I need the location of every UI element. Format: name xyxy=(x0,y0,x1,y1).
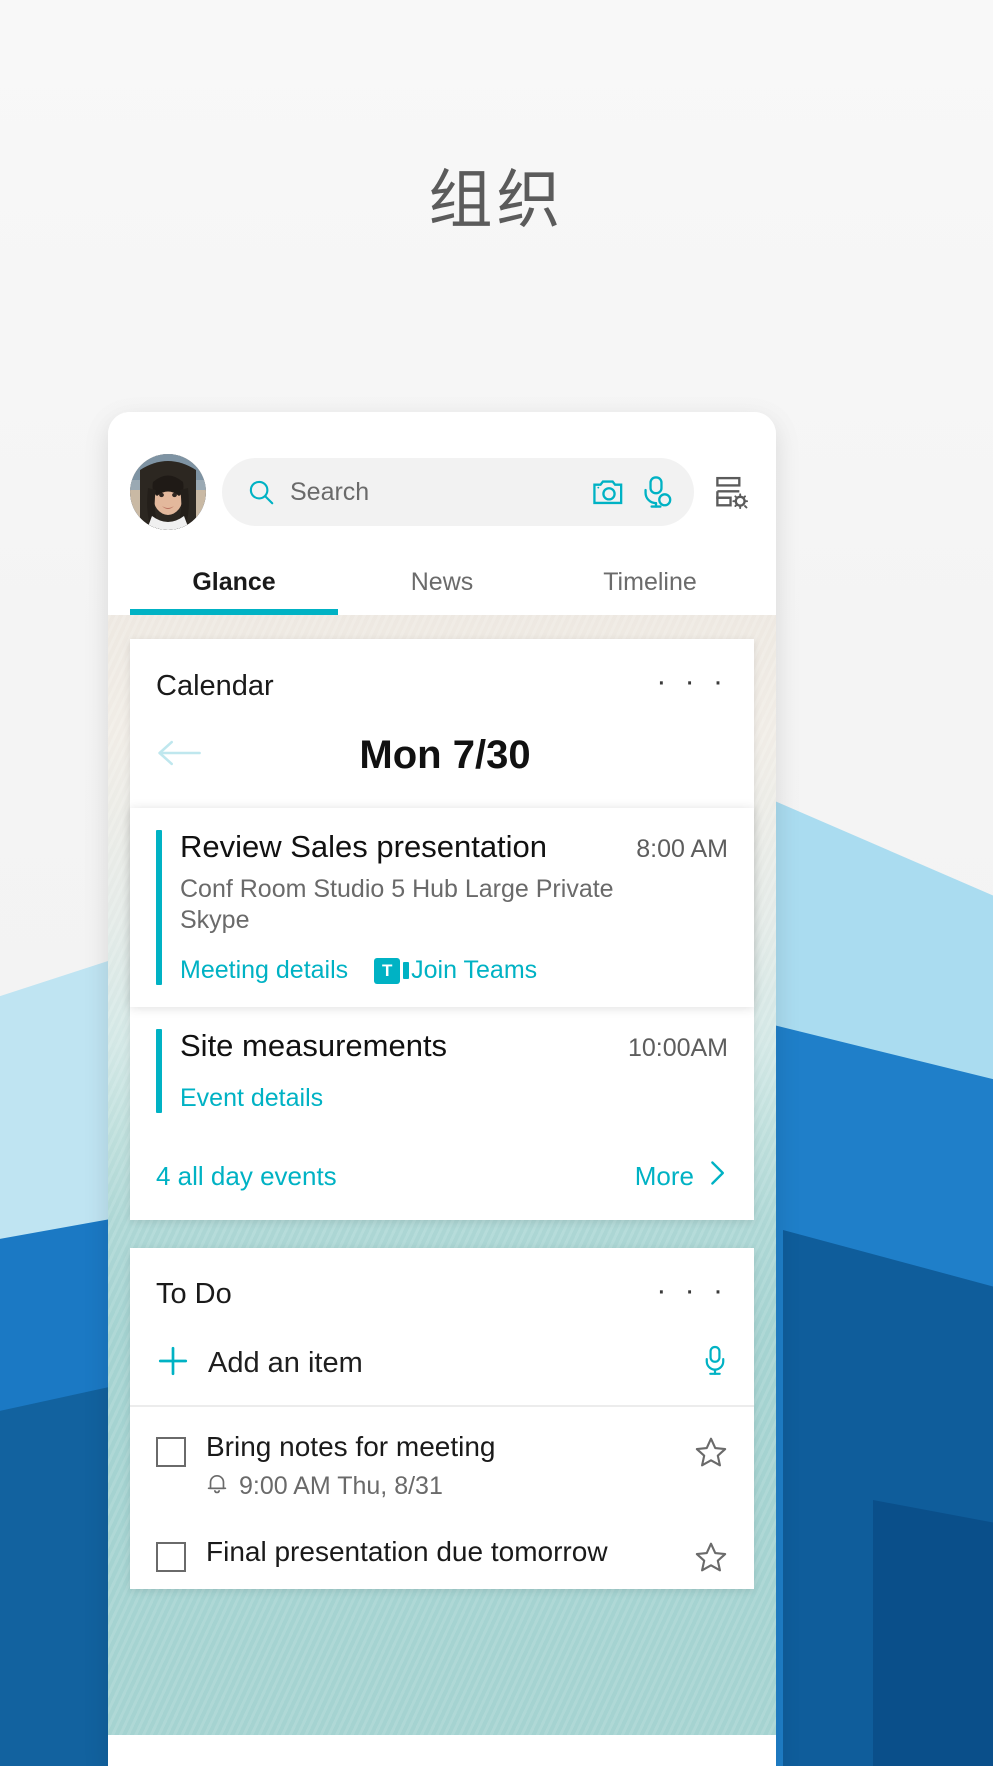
search-input[interactable]: Search xyxy=(222,458,694,526)
calendar-card-footer: 4 all day events More xyxy=(130,1135,754,1220)
bell-icon xyxy=(206,1471,228,1502)
tab-bar: Glance News Timeline xyxy=(130,558,754,615)
todo-item-title: Final presentation due tomorrow xyxy=(206,1535,608,1567)
todo-item-title: Bring notes for meeting xyxy=(206,1430,496,1462)
phone-mockup: Search Glance News Timeline Calendar · ·… xyxy=(108,412,776,1766)
more-button[interactable]: More xyxy=(635,1159,728,1194)
todo-checkbox[interactable] xyxy=(156,1541,186,1572)
event-title: Review Sales presentation xyxy=(180,829,548,864)
microphone-icon[interactable] xyxy=(702,1345,728,1382)
calendar-overflow-menu-button[interactable]: · · · xyxy=(656,667,728,705)
more-label: More xyxy=(634,1160,694,1191)
event-body: Site measurements Event details xyxy=(180,1028,610,1113)
all-day-events-link[interactable]: 4 all day events xyxy=(156,1161,337,1192)
tab-timeline[interactable]: Timeline xyxy=(546,558,754,615)
tab-news[interactable]: News xyxy=(338,558,546,615)
event-details-link[interactable]: Event details xyxy=(180,1084,323,1113)
add-item-label: Add an item xyxy=(208,1346,363,1379)
todo-item-body: Bring notes for meeting 9:00 AM Thu, 8/3… xyxy=(206,1431,674,1502)
todo-item-body: Final presentation due tomorrow xyxy=(206,1536,674,1568)
calendar-day-label: Mon 7/30 xyxy=(359,733,531,777)
tab-glance[interactable]: Glance xyxy=(130,558,338,615)
todo-reminder-text: 9:00 AM Thu, 8/31 xyxy=(239,1471,443,1500)
calendar-card: Calendar · · · Mon 7/30 Review Sales pre… xyxy=(130,639,754,1220)
search-row: Search xyxy=(130,454,754,530)
tab-timeline-label: Timeline xyxy=(603,568,697,596)
join-teams-button[interactable]: T Join Teams xyxy=(374,956,537,985)
plus-icon xyxy=(156,1344,190,1383)
wave-right-dark-shape xyxy=(783,1230,993,1766)
calendar-event-row[interactable]: Site measurements Event details 10:00AM xyxy=(130,1007,754,1135)
event-time: 8:00 AM xyxy=(636,835,728,863)
todo-overflow-menu-button[interactable]: · · · xyxy=(656,1275,728,1314)
todo-card-title: To Do xyxy=(156,1278,232,1311)
todo-checkbox[interactable] xyxy=(156,1436,186,1467)
todo-list-item[interactable]: Bring notes for meeting 9:00 AM Thu, 8/3… xyxy=(130,1407,754,1512)
event-location: Conf Room Studio 5 Hub Large Private Sky… xyxy=(180,874,614,934)
avatar[interactable] xyxy=(130,454,206,530)
wave-right-darker-shape xyxy=(873,1500,993,1766)
calendar-card-title: Calendar xyxy=(156,669,274,702)
event-links: Event details xyxy=(180,1084,610,1113)
calendar-card-header: Calendar · · · xyxy=(130,639,754,725)
todo-card: To Do · · · Add an item Bring notes for … xyxy=(130,1247,754,1589)
star-icon[interactable] xyxy=(694,1540,728,1579)
add-item-row[interactable]: Add an item xyxy=(130,1334,754,1407)
chevron-right-icon xyxy=(706,1159,728,1194)
event-title: Site measurements xyxy=(180,1028,448,1064)
voice-search-icon[interactable] xyxy=(640,475,672,509)
meeting-details-link[interactable]: Meeting details xyxy=(180,956,348,985)
search-placeholder: Search xyxy=(290,477,370,506)
event-time: 10:00AM xyxy=(627,1034,728,1063)
teams-icon: T xyxy=(374,957,410,984)
arrow-left-icon[interactable] xyxy=(156,738,202,773)
todo-list-item[interactable]: Final presentation due tomorrow xyxy=(130,1512,754,1589)
todo-item-reminder: 9:00 AM Thu, 8/31 xyxy=(206,1471,674,1502)
join-teams-label: Join Teams xyxy=(411,956,538,985)
event-accent-bar xyxy=(156,830,162,986)
tab-glance-label: Glance xyxy=(192,568,276,596)
glance-content: Calendar · · · Mon 7/30 Review Sales pre… xyxy=(108,615,776,1735)
event-body: Review Sales presentation Conf Room Stud… xyxy=(180,829,618,985)
calendar-day-nav: Mon 7/30 xyxy=(130,725,754,808)
event-accent-bar xyxy=(156,1029,162,1113)
camera-icon[interactable] xyxy=(592,477,626,507)
star-icon[interactable] xyxy=(694,1435,728,1474)
page-title: 组织 xyxy=(428,164,565,236)
search-icon xyxy=(246,477,276,507)
app-header: Search Glance News Timeline xyxy=(108,412,776,615)
calendar-event-row[interactable]: Review Sales presentation Conf Room Stud… xyxy=(130,808,754,1008)
todo-card-header: To Do · · · xyxy=(130,1248,754,1334)
tab-news-label: News xyxy=(410,568,474,596)
event-links: Meeting details T Join Teams xyxy=(180,956,618,985)
customize-settings-icon[interactable] xyxy=(710,473,754,511)
